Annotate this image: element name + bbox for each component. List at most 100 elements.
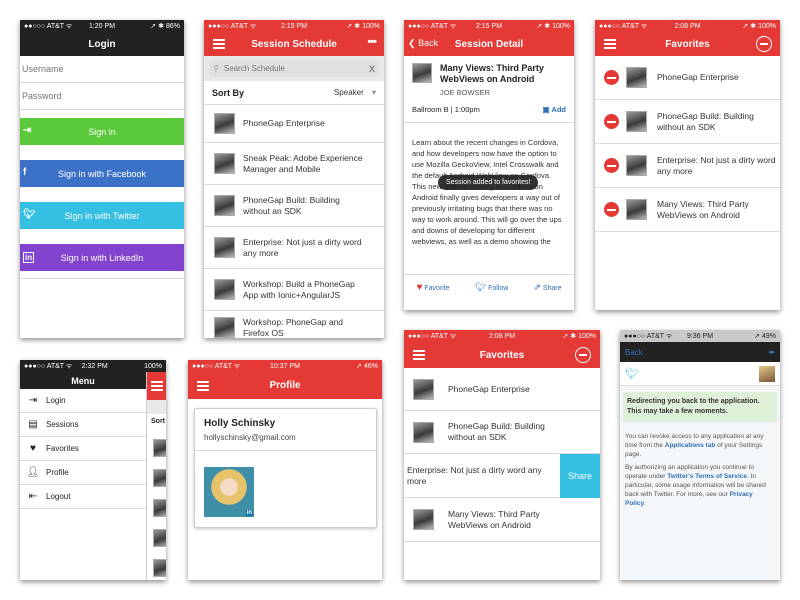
menu-title: Menu bbox=[71, 375, 95, 386]
hamburger-menu-icon[interactable] bbox=[197, 381, 209, 391]
page-title: Login bbox=[88, 38, 116, 50]
terms-of-service-link[interactable]: Twitter's Terms of Service bbox=[667, 473, 747, 480]
menu-screen: ●●●○○ AT&T ᯤ 2:32 PM 100% Menu ⇥ Login ▤ S… bbox=[20, 360, 166, 580]
speaker-photo bbox=[214, 317, 235, 338]
page-title: Favorites bbox=[479, 349, 525, 361]
more-options-icon[interactable]: ••• bbox=[367, 36, 377, 48]
list-item[interactable]: Many Views: Third Party WebViews on Andr… bbox=[404, 498, 600, 542]
schedule-screen: ●●●○○ AT&T ᯤ 2:15 PM ➚ ✱ 100% Session Sc… bbox=[204, 20, 384, 338]
list-item[interactable]: PhoneGap Build: Building without an SDK bbox=[404, 411, 600, 454]
add-to-calendar-button[interactable]: ▣ Add bbox=[543, 105, 567, 114]
facebook-signin-button[interactable]: f Sign in with Facebook bbox=[20, 160, 184, 187]
speaker-photo bbox=[413, 421, 434, 443]
delete-icon[interactable] bbox=[604, 158, 619, 173]
list-item[interactable]: PhoneGap Enterprise bbox=[404, 368, 600, 411]
list-item[interactable]: Workshop: PhoneGap and Firefox OS bbox=[204, 311, 384, 338]
sort-select[interactable]: Speaker bbox=[334, 88, 364, 97]
list-item[interactable]: PhoneGap Enterprise bbox=[204, 105, 384, 143]
share-button[interactable]: ⇗ Share bbox=[533, 282, 561, 293]
menu-item-login[interactable]: ⇥ Login bbox=[20, 389, 146, 413]
twitter-header: 🐦︎ bbox=[620, 362, 780, 386]
underlying-page[interactable]: Sort bbox=[146, 372, 166, 580]
list-item[interactable]: Many Views: Third Party WebViews on Andr… bbox=[595, 188, 780, 232]
nav-bar: Favorites bbox=[404, 342, 600, 368]
password-input[interactable] bbox=[20, 83, 184, 110]
speaker-photo bbox=[412, 63, 432, 83]
twitter-signin-button[interactable]: 🐦︎ Sign in with Twitter bbox=[20, 202, 184, 229]
applications-tab-link[interactable]: Applications tab bbox=[665, 442, 716, 449]
edit-mode-icon[interactable] bbox=[756, 36, 772, 52]
twitter-bird-icon: 🐦︎ bbox=[625, 368, 639, 380]
speaker-photo bbox=[153, 559, 166, 577]
linkedin-signin-button[interactable]: in Sign in with LinkedIn bbox=[20, 244, 184, 271]
status-bar: ●●●○○ AT&T ᯤ 2:32 PM 100% bbox=[20, 360, 166, 372]
speaker-photo bbox=[626, 111, 647, 132]
signin-button[interactable]: ⇥ Sign in bbox=[20, 118, 184, 145]
login-icon: ⇥ bbox=[28, 395, 38, 406]
menu-header: Menu bbox=[20, 372, 146, 389]
swiped-list-item[interactable]: Enterprise: Not just a dirty word any mo… bbox=[404, 454, 600, 498]
underlying-sort-label: Sort bbox=[151, 418, 165, 425]
list-item[interactable]: Enterprise: Not just a dirty word any mo… bbox=[595, 144, 780, 188]
list-item[interactable]: Enterprise: Not just a dirty word any mo… bbox=[204, 227, 384, 269]
back-button[interactable]: ❮ Back bbox=[408, 38, 438, 49]
speaker-photo bbox=[413, 378, 434, 400]
search-bar: ⚲ X bbox=[204, 56, 384, 81]
share-swipe-button[interactable]: Share bbox=[560, 454, 600, 498]
speaker-photo bbox=[153, 529, 166, 547]
delete-icon[interactable] bbox=[604, 202, 619, 217]
page-title: Profile bbox=[269, 380, 301, 391]
list-item[interactable]: Sneak Peak: Adobe Experience Manager and… bbox=[204, 143, 384, 185]
facebook-icon: f bbox=[23, 167, 27, 178]
heart-icon: ♥ bbox=[30, 443, 36, 454]
status-bar: ●●●○○ AT&T ᯤ 2:08 PM ➚ ✱ 100% bbox=[404, 330, 600, 342]
document-icon: ▤ bbox=[28, 419, 38, 430]
hamburger-menu-icon[interactable] bbox=[213, 39, 225, 49]
hamburger-menu-icon[interactable] bbox=[604, 39, 616, 49]
redirect-message: Redirecting you back to the application.… bbox=[623, 392, 777, 422]
favorite-button[interactable]: ♥ Favorite bbox=[417, 282, 450, 293]
twitter-redirect-screen: ●●●○○ AT&T ᯤ 9:36 PM ➚ 49% Back ◂▸ 🐦︎ Re… bbox=[620, 330, 780, 580]
login-screen: ●●○○○ AT&T ᯤ 1:20 PM ➚ ✱ 86% Login ⇥ Sig… bbox=[20, 20, 184, 338]
profile-name: Holly Schinsky bbox=[204, 418, 276, 429]
session-detail-screen: ●●●○○ AT&T ᯤ 2:15 PM ➚ ✱ 100% ❮ Back Ses… bbox=[404, 20, 574, 310]
username-input[interactable] bbox=[20, 56, 184, 83]
speaker-photo bbox=[214, 195, 235, 216]
nav-bar: Login bbox=[20, 32, 184, 56]
profile-screen: ●●●○○ AT&T ᯤ 10:37 PM ➚ 46% Profile Holl… bbox=[188, 360, 382, 580]
browser-toolbar: Back ◂▸ bbox=[620, 342, 780, 362]
list-item[interactable]: Workshop: Build a PhoneGap App with Ioni… bbox=[204, 269, 384, 311]
menu-item-sessions[interactable]: ▤ Sessions bbox=[20, 413, 146, 437]
follow-button[interactable]: 🐦︎ Follow bbox=[475, 282, 509, 293]
list-item[interactable]: PhoneGap Build: Building without an SDK bbox=[595, 100, 780, 144]
list-item[interactable]: PhoneGap Build: Building without an SDK bbox=[204, 185, 384, 227]
sort-row[interactable]: Sort By Speaker ▾ bbox=[204, 81, 384, 105]
menu-item-favorites[interactable]: ♥ Favorites bbox=[20, 437, 146, 461]
search-input[interactable] bbox=[223, 64, 369, 73]
hamburger-menu-icon[interactable] bbox=[413, 350, 425, 360]
speaker-photo bbox=[214, 237, 235, 258]
side-menu: Menu ⇥ Login ▤ Sessions ♥ Favorites 👤︎ Profi… bbox=[20, 372, 146, 580]
delete-icon[interactable] bbox=[604, 114, 619, 129]
twitter-bird-icon: 🐦︎ bbox=[474, 281, 487, 292]
status-bar: ●●●○○ AT&T ᯤ 9:36 PM ➚ 49% bbox=[620, 330, 780, 342]
hamburger-menu-icon[interactable] bbox=[151, 381, 163, 391]
person-icon: 👤︎ bbox=[26, 467, 40, 478]
toast-message: Session added to favorites! bbox=[438, 175, 539, 190]
menu-item-logout[interactable]: ⇤ Logout bbox=[20, 485, 146, 509]
speaker-photo bbox=[214, 153, 235, 174]
nav-bar: Session Schedule ••• bbox=[204, 32, 384, 56]
menu-item-profile[interactable]: 👤︎ Profile bbox=[20, 461, 146, 485]
list-item[interactable]: PhoneGap Enterprise bbox=[595, 56, 780, 100]
session-header: Many Views: Third Party WebViews on Andr… bbox=[404, 56, 574, 97]
clear-search-icon[interactable]: X bbox=[369, 64, 375, 74]
speaker-name: JOE BOWSER bbox=[440, 88, 491, 97]
edit-mode-icon[interactable] bbox=[575, 347, 591, 363]
profile-email: hollyschinsky@gmail.com bbox=[204, 433, 296, 442]
profile-card: Holly Schinsky hollyschinsky@gmail.com i… bbox=[194, 408, 377, 528]
delete-icon[interactable] bbox=[604, 70, 619, 85]
speaker-photo bbox=[153, 439, 166, 457]
status-bar: ●●●○○ AT&T ᯤ 2:15 PM ➚ ✱ 100% bbox=[204, 20, 384, 32]
calendar-icon: ▣ bbox=[542, 105, 550, 114]
back-button[interactable]: Back bbox=[625, 348, 643, 357]
